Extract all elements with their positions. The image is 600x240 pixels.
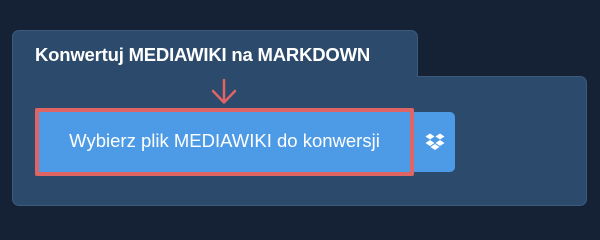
dropbox-icon (425, 133, 444, 150)
choose-file-button[interactable]: Wybierz plik MEDIAWIKI do konwersji (35, 108, 414, 176)
down-arrow-icon (211, 79, 237, 104)
converter-card: Konwertuj MEDIAWIKI na MARKDOWN Wybierz … (12, 30, 587, 206)
dropbox-button[interactable] (414, 112, 455, 172)
converter-title: Konwertuj MEDIAWIKI na MARKDOWN (35, 44, 371, 65)
